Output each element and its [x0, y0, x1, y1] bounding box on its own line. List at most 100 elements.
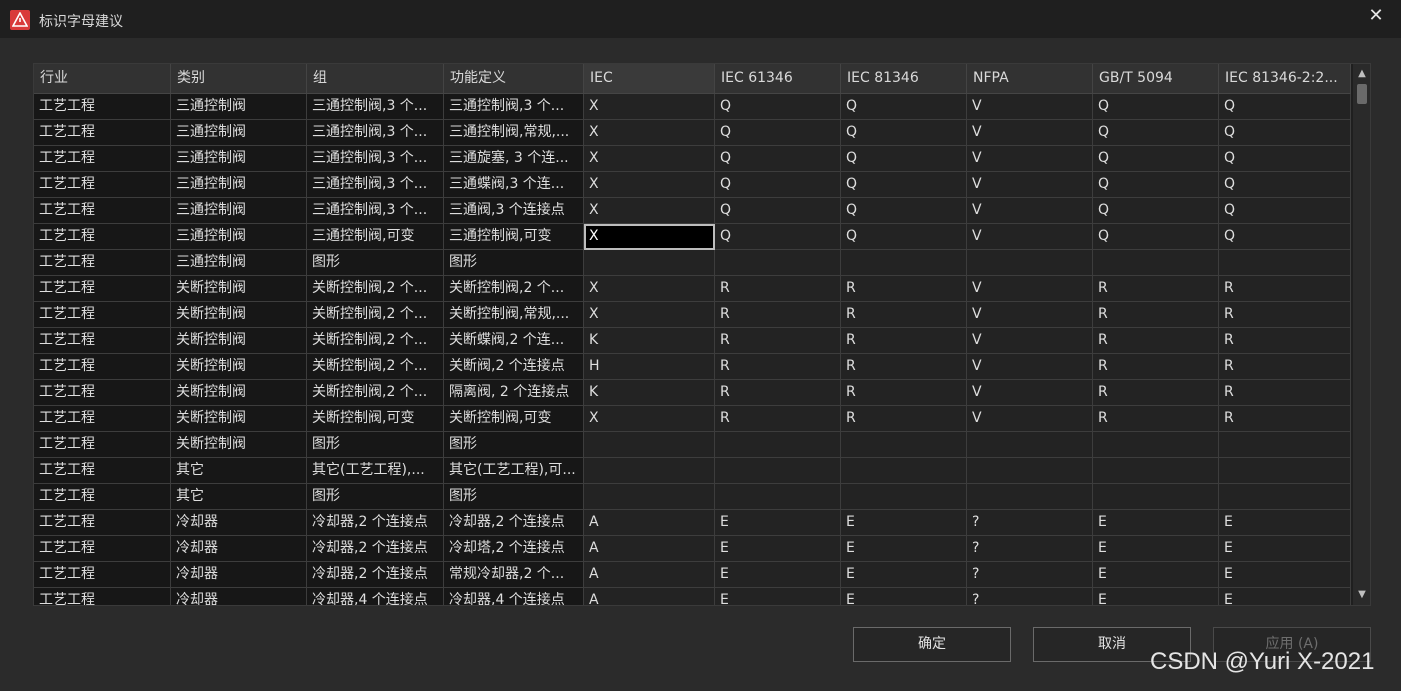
- cell-iec-61346[interactable]: R: [715, 354, 841, 380]
- table-row[interactable]: 工艺工程 关断控制阀 图形 图形: [34, 432, 1351, 458]
- cell-iec[interactable]: A: [584, 536, 715, 562]
- column-header-nfpa[interactable]: NFPA: [967, 64, 1093, 93]
- cell-group[interactable]: 三通控制阀,3 个...: [307, 120, 444, 146]
- cell-iec-81346[interactable]: Q: [841, 146, 967, 172]
- cell-gbt-5094[interactable]: E: [1093, 562, 1219, 588]
- scroll-up-icon[interactable]: ▲: [1353, 66, 1370, 82]
- cell-gbt-5094[interactable]: R: [1093, 276, 1219, 302]
- cell-category[interactable]: 关断控制阀: [171, 328, 307, 354]
- cell-nfpa[interactable]: V: [967, 120, 1093, 146]
- cell-industry[interactable]: 工艺工程: [34, 276, 171, 302]
- cell-nfpa[interactable]: V: [967, 328, 1093, 354]
- cell-gbt-5094[interactable]: R: [1093, 328, 1219, 354]
- table-row[interactable]: 工艺工程 三通控制阀 三通控制阀,3 个... 三通控制阀,常规,... X Q Q V Q Q: [34, 120, 1351, 146]
- cell-category[interactable]: 冷却器: [171, 588, 307, 605]
- cell-category[interactable]: 三通控制阀: [171, 94, 307, 120]
- cell-iec-81346[interactable]: Q: [841, 94, 967, 120]
- cell-nfpa[interactable]: [967, 458, 1093, 484]
- cell-nfpa[interactable]: V: [967, 276, 1093, 302]
- column-header-iec-81346-2[interactable]: IEC 81346-2:2...: [1219, 64, 1351, 93]
- cell-iec[interactable]: X: [584, 406, 715, 432]
- cell-nfpa[interactable]: V: [967, 198, 1093, 224]
- cell-iec-81346[interactable]: R: [841, 406, 967, 432]
- table-row[interactable]: 工艺工程 三通控制阀 三通控制阀,3 个... 三通控制阀,3 个... X Q Q V Q Q: [34, 94, 1351, 120]
- cell-iec-81346-2[interactable]: [1219, 250, 1351, 276]
- cell-iec[interactable]: A: [584, 510, 715, 536]
- table-row[interactable]: 工艺工程 三通控制阀 图形 图形: [34, 250, 1351, 276]
- cell-function[interactable]: 三通旋塞, 3 个连...: [444, 146, 584, 172]
- cell-iec-81346-2[interactable]: Q: [1219, 120, 1351, 146]
- cell-iec[interactable]: [584, 432, 715, 458]
- cell-industry[interactable]: 工艺工程: [34, 458, 171, 484]
- cell-iec-81346-2[interactable]: R: [1219, 380, 1351, 406]
- cell-iec-61346[interactable]: E: [715, 510, 841, 536]
- cell-iec-81346[interactable]: Q: [841, 198, 967, 224]
- cell-group[interactable]: 三通控制阀,3 个...: [307, 198, 444, 224]
- cell-iec-81346[interactable]: R: [841, 302, 967, 328]
- column-header-group[interactable]: 组: [307, 64, 444, 93]
- cell-gbt-5094[interactable]: Q: [1093, 146, 1219, 172]
- cell-gbt-5094[interactable]: Q: [1093, 224, 1219, 250]
- column-header-function[interactable]: 功能定义: [444, 64, 584, 93]
- cell-iec-81346-2[interactable]: [1219, 484, 1351, 510]
- cell-function[interactable]: 三通控制阀,3 个...: [444, 94, 584, 120]
- cell-gbt-5094[interactable]: Q: [1093, 198, 1219, 224]
- cell-iec-81346[interactable]: E: [841, 588, 967, 605]
- cell-gbt-5094[interactable]: Q: [1093, 94, 1219, 120]
- cell-industry[interactable]: 工艺工程: [34, 562, 171, 588]
- table-row[interactable]: 工艺工程 其它 其它(工艺工程),... 其它(工艺工程),可...: [34, 458, 1351, 484]
- cell-category[interactable]: 关断控制阀: [171, 432, 307, 458]
- cell-iec-81346-2[interactable]: [1219, 432, 1351, 458]
- cell-category[interactable]: 冷却器: [171, 510, 307, 536]
- cell-group[interactable]: 图形: [307, 432, 444, 458]
- cell-iec-61346[interactable]: Q: [715, 120, 841, 146]
- cell-iec[interactable]: X: [584, 198, 715, 224]
- cell-group[interactable]: 关断控制阀,2 个...: [307, 276, 444, 302]
- cell-function[interactable]: 图形: [444, 484, 584, 510]
- cell-category[interactable]: 其它: [171, 458, 307, 484]
- cell-nfpa[interactable]: [967, 432, 1093, 458]
- cell-function[interactable]: 冷却器,2 个连接点: [444, 510, 584, 536]
- cell-iec-61346[interactable]: E: [715, 588, 841, 605]
- cell-category[interactable]: 关断控制阀: [171, 406, 307, 432]
- column-header-iec[interactable]: IEC: [584, 64, 715, 93]
- cell-group[interactable]: 三通控制阀,3 个...: [307, 172, 444, 198]
- cell-industry[interactable]: 工艺工程: [34, 172, 171, 198]
- cell-group[interactable]: 图形: [307, 484, 444, 510]
- cell-function[interactable]: 关断控制阀,2 个...: [444, 276, 584, 302]
- cell-nfpa[interactable]: [967, 250, 1093, 276]
- cell-category[interactable]: 三通控制阀: [171, 172, 307, 198]
- cell-function[interactable]: 图形: [444, 432, 584, 458]
- cell-industry[interactable]: 工艺工程: [34, 380, 171, 406]
- cell-category[interactable]: 关断控制阀: [171, 276, 307, 302]
- cell-category[interactable]: 其它: [171, 484, 307, 510]
- cell-industry[interactable]: 工艺工程: [34, 198, 171, 224]
- cell-group[interactable]: 冷却器,2 个连接点: [307, 510, 444, 536]
- cell-group[interactable]: 三通控制阀,3 个...: [307, 94, 444, 120]
- cell-iec-81346[interactable]: R: [841, 354, 967, 380]
- cell-category[interactable]: 关断控制阀: [171, 354, 307, 380]
- cell-gbt-5094[interactable]: [1093, 432, 1219, 458]
- cell-iec[interactable]: H: [584, 354, 715, 380]
- cell-nfpa[interactable]: [967, 484, 1093, 510]
- cell-gbt-5094[interactable]: E: [1093, 510, 1219, 536]
- cell-iec-61346[interactable]: [715, 432, 841, 458]
- cell-group[interactable]: 三通控制阀,3 个...: [307, 146, 444, 172]
- cell-iec-81346-2[interactable]: E: [1219, 588, 1351, 605]
- cell-function[interactable]: 常规冷却器,2 个...: [444, 562, 584, 588]
- cell-nfpa[interactable]: V: [967, 406, 1093, 432]
- cell-iec-81346-2[interactable]: Q: [1219, 198, 1351, 224]
- cell-industry[interactable]: 工艺工程: [34, 484, 171, 510]
- cell-iec-61346[interactable]: [715, 250, 841, 276]
- cell-iec-81346-2[interactable]: E: [1219, 562, 1351, 588]
- cell-nfpa[interactable]: V: [967, 380, 1093, 406]
- close-icon[interactable]: ✕: [1365, 5, 1387, 27]
- cell-function[interactable]: 关断控制阀,常规,...: [444, 302, 584, 328]
- table-row[interactable]: 工艺工程 冷却器 冷却器,4 个连接点 冷却器,4 个连接点 A E E? E E: [34, 588, 1351, 605]
- column-header-industry[interactable]: 行业: [34, 64, 171, 93]
- cell-industry[interactable]: 工艺工程: [34, 510, 171, 536]
- cell-iec-81346[interactable]: E: [841, 510, 967, 536]
- cell-industry[interactable]: 工艺工程: [34, 224, 171, 250]
- cell-iec-81346[interactable]: Q: [841, 224, 967, 250]
- cell-gbt-5094[interactable]: [1093, 484, 1219, 510]
